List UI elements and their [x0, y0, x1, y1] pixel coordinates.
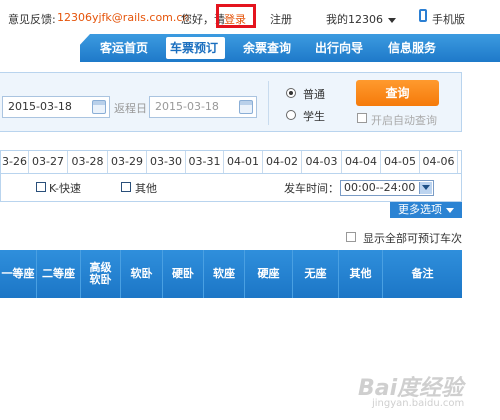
nav-info-service[interactable]: 信息服务: [388, 39, 436, 56]
ticket-type-normal-radio[interactable]: [286, 88, 296, 98]
column-header: 软座: [203, 250, 244, 298]
column-header: 无座: [292, 250, 338, 298]
return-date-value: 2015-03-18: [155, 100, 219, 113]
depart-time-label: 发车时间：: [284, 182, 339, 195]
nav-booking-tab[interactable]: 车票预订: [166, 37, 225, 59]
auto-query-checkbox[interactable]: [357, 113, 367, 123]
chevron-down-icon: [388, 17, 396, 23]
dropdown-arrow-icon[interactable]: [419, 182, 432, 194]
column-header: 备注: [382, 250, 462, 298]
depart-time-value: 00:00--24:00: [344, 181, 416, 194]
date-tab[interactable]: 04-06: [420, 151, 458, 173]
depart-date-input[interactable]: 2015-03-18: [2, 96, 110, 118]
date-strip: 3-26 03-27 03-28 03-29 03-30 03-31 04-01 04-02 0…: [0, 150, 462, 174]
ticket-type-student-label: 学生: [303, 110, 325, 123]
depart-time-select[interactable]: 00:00--24:00: [340, 180, 434, 196]
more-options-label: 更多选项: [398, 203, 442, 216]
my12306-menu[interactable]: 我的12306: [326, 11, 396, 27]
date-tab[interactable]: 03-29: [108, 151, 147, 173]
show-all-checkbox[interactable]: [346, 232, 356, 242]
mobile-phone-icon: [419, 9, 427, 22]
return-date-input[interactable]: 2015-03-18: [149, 96, 257, 118]
panel-divider: [268, 81, 269, 125]
column-header: 一等座: [1, 267, 35, 280]
date-tab[interactable]: 3-26: [1, 151, 29, 173]
date-tab[interactable]: 04-03: [302, 151, 342, 173]
login-link[interactable]: 登录: [224, 11, 246, 27]
date-tab[interactable]: 04-01: [224, 151, 263, 173]
main-nav: 客运首页 车票预订 余票查询 出行向导 信息服务: [0, 34, 500, 62]
date-tab[interactable]: 04-02: [263, 151, 302, 173]
date-tab[interactable]: 03-28: [68, 151, 108, 173]
mobile-version-link[interactable]: 手机版: [432, 11, 465, 27]
column-header: 硬座: [244, 250, 292, 298]
nav-left-slant: [64, 34, 90, 62]
auto-query-label: 开启自动查询: [371, 114, 437, 127]
column-header: 高级软卧: [80, 250, 120, 298]
nav-travel-guide[interactable]: 出行向导: [315, 39, 363, 56]
depart-date-value: 2015-03-18: [8, 100, 72, 113]
column-header: 二等座: [36, 250, 80, 298]
k-fast-checkbox[interactable]: [36, 182, 46, 192]
watermark-url: jingyan.baidu.com: [372, 398, 465, 409]
column-header: 软卧: [120, 250, 162, 298]
nav-booking-label: 车票预订: [170, 41, 219, 55]
results-table-header: 一等座 二等座 高级软卧 软卧 硬卧 软座 硬座 无座 其他 备注: [0, 250, 462, 298]
column-header: 其他: [338, 250, 382, 298]
more-options-button[interactable]: 更多选项: [390, 202, 462, 218]
column-header: 硬卧: [162, 250, 203, 298]
chevron-down-icon: [446, 207, 454, 213]
show-all-label: 显示全部可预订车次: [363, 232, 462, 245]
query-button[interactable]: 查询: [356, 80, 439, 106]
my12306-label: 我的12306: [326, 13, 383, 26]
nav-remaining-tickets[interactable]: 余票查询: [243, 39, 291, 56]
calendar-icon[interactable]: [239, 100, 253, 114]
date-tab[interactable]: 03-30: [147, 151, 186, 173]
date-tab[interactable]: 04-04: [342, 151, 381, 173]
return-date-label: 返程日: [114, 102, 147, 115]
register-link[interactable]: 注册: [270, 11, 292, 27]
calendar-icon[interactable]: [92, 100, 106, 114]
k-fast-label: K-快速: [49, 182, 82, 195]
nav-home[interactable]: 客运首页: [100, 39, 148, 56]
other-train-label: 其他: [135, 182, 157, 195]
date-tab[interactable]: 03-27: [29, 151, 68, 173]
ticket-type-student-radio[interactable]: [286, 110, 296, 120]
ticket-type-normal-label: 普通: [303, 88, 325, 101]
date-tab[interactable]: 04-05: [381, 151, 420, 173]
feedback-email-link[interactable]: 12306yjfk@rails.com.cn: [57, 11, 189, 24]
other-train-checkbox[interactable]: [121, 182, 131, 192]
top-bar: 意见反馈: 12306yjfk@rails.com.cn 您好，请 登录 注册 …: [0, 0, 500, 34]
feedback-label: 意见反馈:: [8, 13, 56, 26]
date-tab[interactable]: 03-31: [186, 151, 224, 173]
